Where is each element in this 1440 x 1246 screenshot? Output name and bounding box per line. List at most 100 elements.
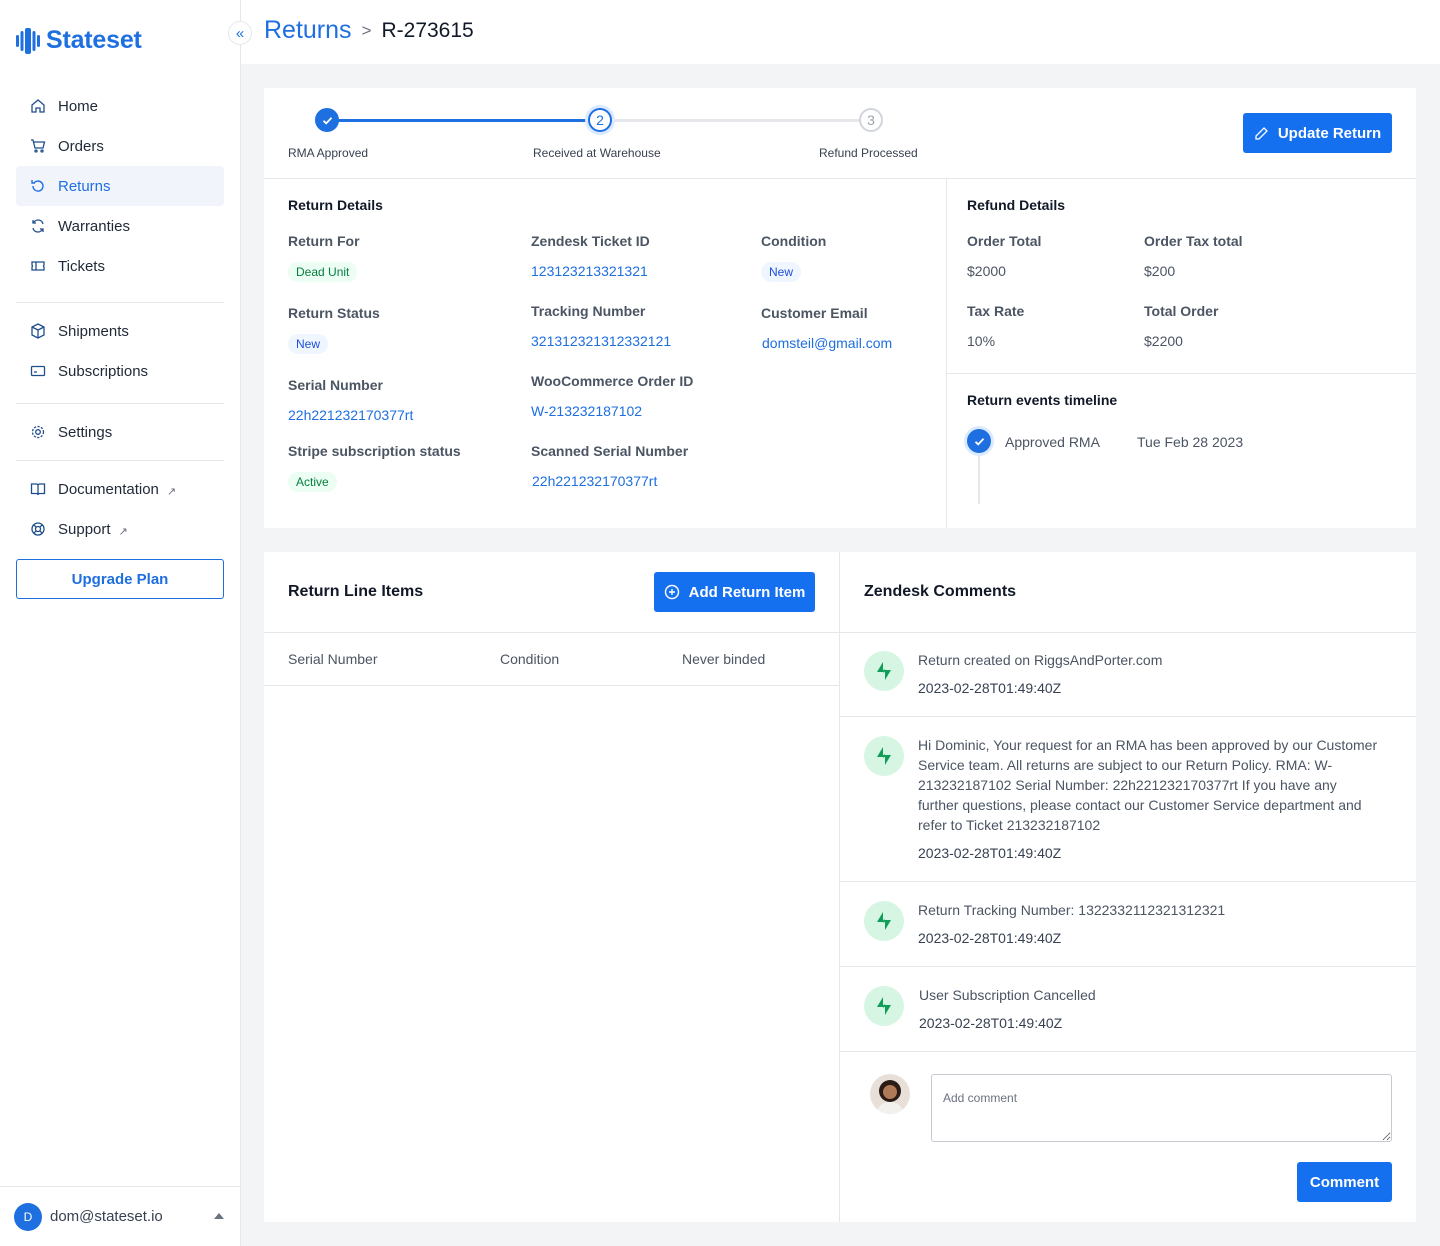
card-column-divider (946, 179, 947, 528)
step-3-label: Refund Processed (819, 146, 918, 160)
sidebar-item-label: Orders (58, 137, 104, 155)
box-icon (31, 323, 45, 339)
sidebar-item-warranties[interactable]: Warranties (16, 206, 224, 246)
user-email: dom@stateset.io (50, 1208, 163, 1225)
timeline-event-date: Tue Feb 28 2023 (1137, 434, 1244, 450)
pencil-icon (1255, 126, 1268, 140)
comments-title: Zendesk Comments (864, 583, 1017, 600)
gear-icon (31, 425, 45, 439)
check-icon (974, 437, 984, 446)
sidebar-item-orders[interactable]: Orders (16, 126, 224, 166)
stripe-status-badge: Active (288, 472, 337, 492)
table-header-divider (264, 685, 839, 686)
sidebar-item-label: Documentation (58, 480, 159, 498)
timeline-event-label: Approved RMA (1005, 434, 1100, 450)
collapse-sidebar-button[interactable]: « (228, 21, 252, 45)
order-tax-total-value: $200 (1144, 263, 1176, 279)
woocommerce-order-link[interactable]: W-213232187102 (531, 403, 642, 419)
add-comment-input[interactable] (931, 1074, 1392, 1142)
line-items-divider (264, 632, 839, 633)
zendesk-icon (864, 986, 904, 1026)
timeline-event-marker (967, 429, 991, 453)
column-header-serial[interactable]: Serial Number (288, 651, 377, 667)
woocommerce-order-label: WooCommerce Order ID (531, 373, 694, 389)
comment-timestamp: 2023-02-28T01:49:40Z (918, 680, 1062, 696)
zendesk-icon (864, 901, 904, 941)
cart-icon (31, 139, 46, 153)
tracking-number-label: Tracking Number (531, 303, 646, 319)
sidebar-item-label: Tickets (58, 257, 105, 275)
tracking-number-link[interactable]: 321312321312332121 (531, 333, 671, 349)
sidebar-divider (16, 302, 224, 303)
user-menu[interactable]: D dom@stateset.io (0, 1186, 240, 1246)
customer-email-label: Customer Email (761, 305, 868, 321)
comment-text: Hi Dominic, Your request for an RMA has … (918, 737, 1378, 833)
user-avatar: D (14, 1202, 42, 1231)
comment-timestamp: 2023-02-28T01:49:40Z (918, 845, 1062, 861)
customer-email-link[interactable]: domsteil@gmail.com (762, 335, 892, 351)
sidebar-item-home[interactable]: Home (16, 86, 224, 126)
comment-divider (840, 881, 1416, 882)
timeline-title: Return events timeline (967, 392, 1118, 408)
card-divider (264, 178, 1416, 179)
serial-number-value[interactable]: 22h221232170377rt (288, 407, 413, 423)
condition-badge: New (761, 262, 802, 282)
breadcrumb: Returns > R-273615 (264, 16, 474, 45)
sidebar-item-subscriptions[interactable]: Subscriptions (16, 351, 224, 391)
update-return-button[interactable]: Update Return (1243, 113, 1392, 153)
comment-text: User Subscription Cancelled (919, 987, 1096, 1003)
sidebar-item-label: Home (58, 97, 99, 115)
serial-number-label: Serial Number (288, 377, 383, 393)
return-status-badge: New (288, 334, 329, 354)
card-icon (30, 365, 46, 377)
comment-text: Return Tracking Number: 1322332112321312… (918, 902, 1226, 918)
column-header-condition[interactable]: Condition (500, 651, 559, 667)
upgrade-plan-button[interactable]: Upgrade Plan (16, 559, 224, 599)
comment-divider (840, 716, 1416, 717)
sidebar-item-documentation[interactable]: Documentation ↗ (16, 469, 224, 509)
return-for-badge: Dead Unit (288, 262, 358, 282)
brand-logo[interactable]: Stateset (16, 26, 142, 55)
sidebar-item-label: Support (58, 520, 111, 538)
comment-divider (840, 1051, 1416, 1052)
refund-details-title: Refund Details (967, 197, 1066, 213)
sidebar: Stateset Home Orders Returns Warranties … (0, 0, 241, 1246)
sidebar-item-settings[interactable]: Settings (16, 412, 224, 452)
comment-submit-button[interactable]: Comment (1297, 1162, 1392, 1202)
page-title: R-273615 (381, 18, 474, 42)
sidebar-divider (16, 403, 224, 404)
order-total-value: $2000 (967, 263, 1006, 279)
step-1-label: RMA Approved (288, 146, 369, 160)
add-return-item-button[interactable]: Add Return Item (654, 572, 815, 612)
tax-rate-label: Tax Rate (967, 303, 1025, 319)
sidebar-item-support[interactable]: Support ↗ (16, 509, 224, 549)
refresh-icon (32, 219, 44, 233)
step-2-current: 2 (588, 108, 612, 132)
comment-text: Return created on RiggsAndPorter.com (918, 652, 1163, 668)
scanned-serial-value[interactable]: 22h221232170377rt (532, 473, 657, 489)
commenter-avatar (870, 1074, 910, 1114)
return-status-label: Return Status (288, 305, 380, 321)
double-chevron-left-icon: « (235, 24, 245, 42)
order-tax-total-label: Order Tax total (1144, 233, 1243, 249)
sidebar-item-tickets[interactable]: Tickets (16, 246, 224, 286)
breadcrumb-returns-link[interactable]: Returns (264, 16, 352, 45)
return-details-title: Return Details (288, 197, 383, 213)
comments-divider (840, 632, 1416, 633)
sidebar-divider (16, 460, 224, 461)
comment-timestamp: 2023-02-28T01:49:40Z (918, 930, 1062, 946)
zendesk-ticket-link[interactable]: 123123213321321 (531, 263, 648, 279)
home-icon (31, 99, 45, 113)
sidebar-item-returns[interactable]: Returns (16, 166, 224, 206)
stateset-logo-icon (16, 27, 40, 54)
zendesk-icon (864, 736, 904, 776)
column-header-never-binded[interactable]: Never binded (682, 651, 765, 667)
sidebar-item-label: Subscriptions (58, 362, 149, 380)
add-return-item-label: Add Return Item (688, 583, 806, 601)
comment-divider (840, 966, 1416, 967)
sidebar-item-shipments[interactable]: Shipments (16, 311, 224, 351)
caret-up-icon (214, 1213, 224, 1219)
external-link-icon: ↗ (166, 485, 177, 498)
order-total-label: Order Total (967, 233, 1042, 249)
returns-icon (31, 180, 44, 192)
